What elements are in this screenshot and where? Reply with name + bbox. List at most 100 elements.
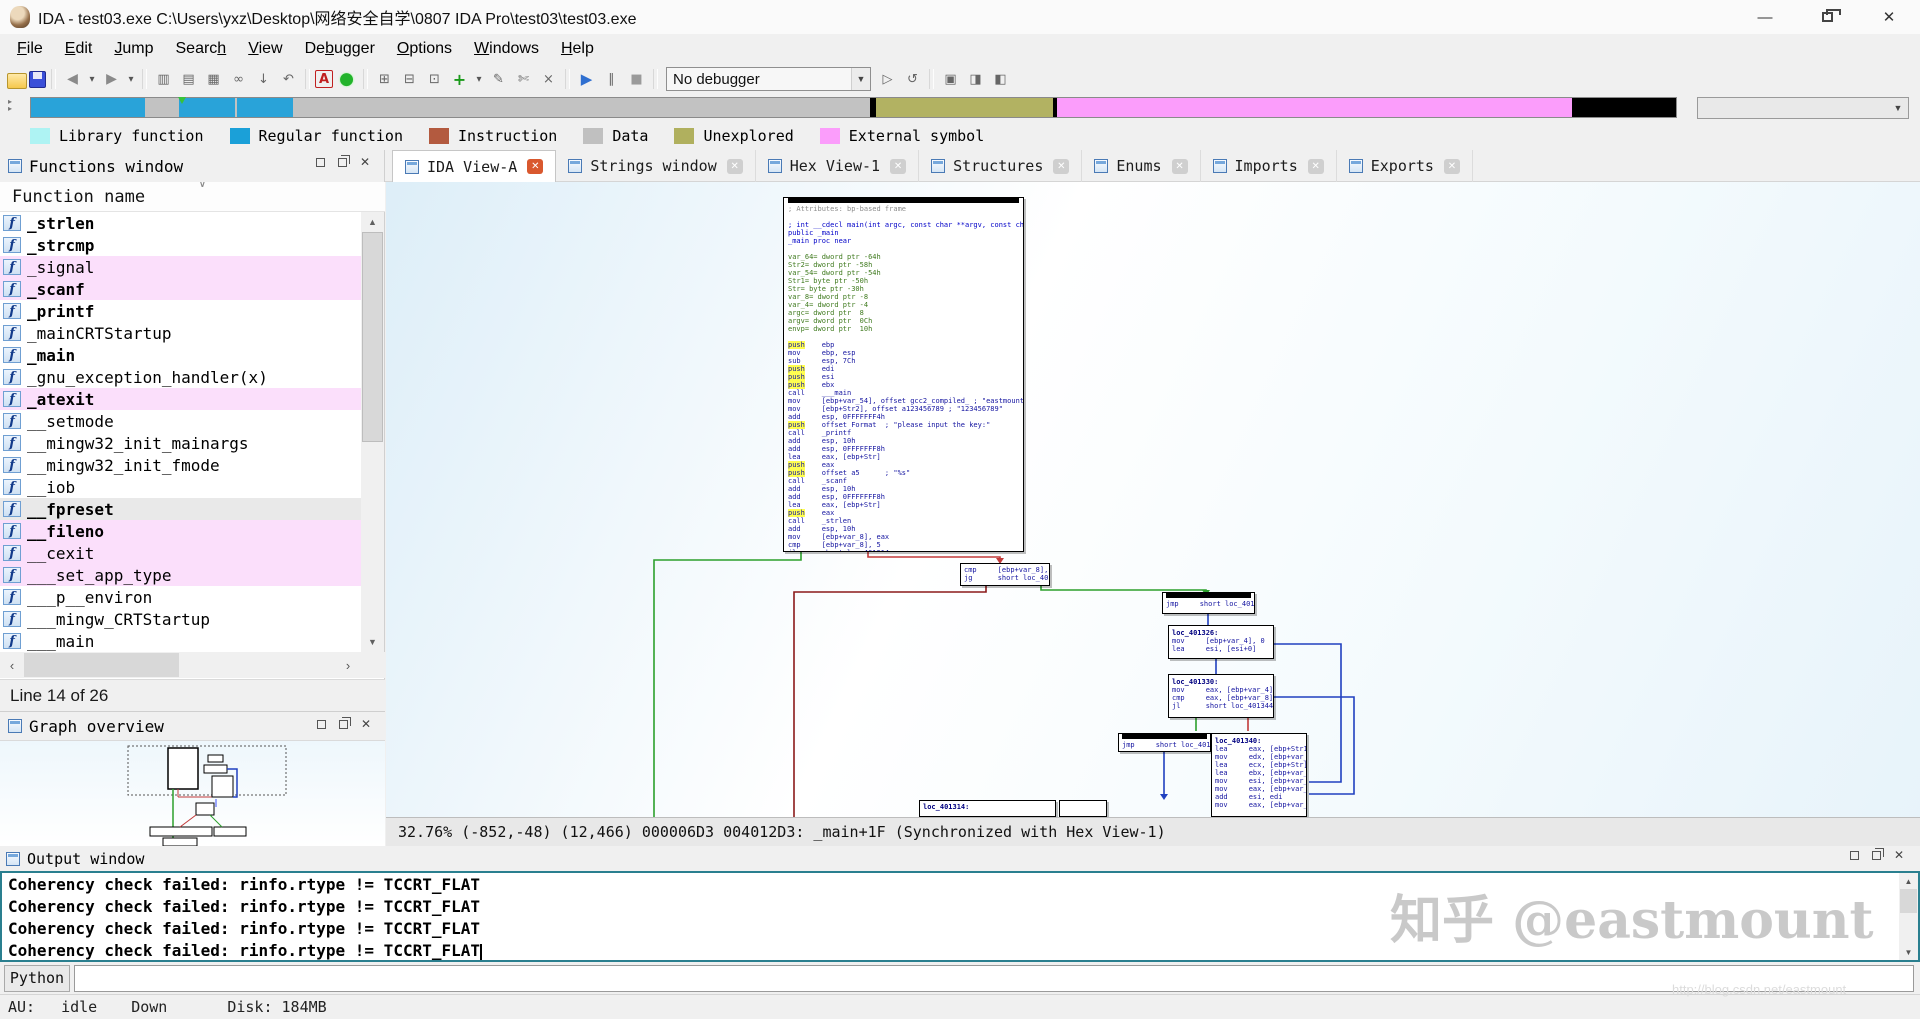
tab-structures[interactable]: Structures ✕ <box>919 150 1083 182</box>
block-loc-401340[interactable]: loc_401340: lea eax, [ebp+Str1] mov edx, [… <box>1211 733 1307 817</box>
ok-sphere-icon[interactable]: ● <box>335 68 358 90</box>
scroll-down-icon[interactable]: ▼ <box>1899 944 1918 960</box>
panel-float-icon[interactable] <box>338 717 351 729</box>
block-cmp-0ah[interactable]: cmp [ebp+var_8], 0Ahjg short loc_401314 <box>960 563 1050 586</box>
basic-block-main[interactable]: ; Attributes: bp-based frame ; int __cde… <box>783 197 1024 552</box>
panel-restore-icon[interactable] <box>1849 851 1859 860</box>
block-loc-401330[interactable]: loc_401330: mov eax, [ebp+var_4] cmp eax, … <box>1168 674 1274 718</box>
tab-close-icon[interactable]: ✕ <box>1307 158 1324 174</box>
jump-name-icon[interactable]: ▥ <box>152 68 175 90</box>
tab-hex-view-1[interactable]: Hex View-1 ✕ <box>756 150 920 182</box>
function-row[interactable]: f _strlen <box>0 212 362 234</box>
panel-float-icon[interactable] <box>337 155 350 167</box>
xref-from-icon[interactable]: ⊟ <box>398 68 421 90</box>
graph-overview-canvas[interactable] <box>0 741 385 846</box>
chevron-down-icon[interactable]: ▼ <box>851 68 870 90</box>
tab-imports[interactable]: Imports ✕ <box>1201 150 1337 182</box>
add-breakpoint-icon[interactable]: + <box>448 68 471 90</box>
navband-segment[interactable] <box>237 98 293 117</box>
jump-segment-icon[interactable]: ▦ <box>202 68 225 90</box>
block-loc-401314[interactable]: loc_401314: <box>919 800 1056 817</box>
output-log[interactable]: Coherency check failed: rinfo.rtype != T… <box>0 871 1920 962</box>
back-icon[interactable]: ◀ <box>61 68 84 90</box>
maximize-button[interactable] <box>1796 0 1858 34</box>
edit-icon[interactable]: ✎ <box>487 68 510 90</box>
back-menu-icon[interactable]: ▾ <box>86 68 98 90</box>
navband-segment[interactable] <box>1057 98 1572 117</box>
text-view-icon[interactable]: A <box>315 70 333 88</box>
navband-segment[interactable] <box>876 98 1053 117</box>
tab-enums[interactable]: Enums ✕ <box>1082 150 1201 182</box>
scroll-right-icon[interactable]: › <box>336 652 360 678</box>
attach-process-icon[interactable]: ▷ <box>876 68 899 90</box>
stop-debug-icon[interactable]: ■ <box>625 68 648 90</box>
chevron-down-icon[interactable]: ▼ <box>1889 99 1907 117</box>
tab-close-icon[interactable]: ✕ <box>726 158 743 174</box>
scrollbar-thumb[interactable] <box>1900 889 1917 913</box>
function-row[interactable]: f _scanf <box>0 278 362 300</box>
function-row[interactable]: f __fileno <box>0 520 362 542</box>
forward-icon[interactable]: ▶ <box>100 68 123 90</box>
output-vscrollbar[interactable]: ▲ ▼ <box>1899 873 1918 960</box>
function-row[interactable]: f _gnu_exception_handler(x) <box>0 366 362 388</box>
block-loc-401326[interactable]: loc_401326: mov [ebp+var_4], 0 lea esi, [e… <box>1168 625 1274 659</box>
undo-icon[interactable]: ↶ <box>277 68 300 90</box>
tab-close-icon[interactable]: ✕ <box>1053 158 1070 174</box>
tab-close-icon[interactable]: ✕ <box>1171 158 1188 174</box>
add-menu-icon[interactable]: ▾ <box>473 68 485 90</box>
continue-icon[interactable]: ↺ <box>901 68 924 90</box>
panel-restore-icon[interactable] <box>316 720 326 729</box>
tab-close-icon[interactable]: ✕ <box>1443 158 1460 174</box>
block-jmp-401350[interactable]: jmp short loc_401350 <box>1118 733 1211 752</box>
search-icon[interactable]: ∞ <box>227 68 250 90</box>
tab-close-icon[interactable]: ✕ <box>890 158 907 174</box>
output-window-titlebar[interactable]: Output window ✕ <box>0 846 1920 871</box>
scroll-left-icon[interactable]: ‹ <box>0 652 24 678</box>
panel-restore-icon[interactable] <box>315 158 325 167</box>
close-button[interactable]: ✕ <box>1858 0 1920 34</box>
function-row[interactable]: f __cexit <box>0 542 362 564</box>
function-row[interactable]: f _strcmp <box>0 234 362 256</box>
function-row[interactable]: f ___set_app_type <box>0 564 362 586</box>
module-list-icon[interactable]: ◨ <box>964 68 987 90</box>
navigation-band[interactable] <box>30 97 1677 118</box>
panel-close-icon[interactable]: ✕ <box>360 156 370 168</box>
navband-zoom-select[interactable]: ▼ <box>1697 97 1909 119</box>
function-row[interactable]: f _printf <box>0 300 362 322</box>
function-row[interactable]: f __mingw32_init_mainargs <box>0 432 362 454</box>
function-row[interactable]: f ___mingw_CRTStartup <box>0 608 362 630</box>
scroll-up-icon[interactable]: ▲ <box>1899 873 1918 889</box>
functions-window-titlebar[interactable]: Functions window ✕ <box>0 150 385 182</box>
scrollbar-thumb[interactable] <box>24 653 179 677</box>
ida-view-a-canvas[interactable]: ; Attributes: bp-based frame ; int __cde… <box>386 182 1920 846</box>
scrollbar-thumb[interactable] <box>362 232 383 442</box>
menu-file[interactable]: File <box>6 37 54 61</box>
debugger-windows-icon[interactable]: ▣ <box>939 68 962 90</box>
cli-input[interactable] <box>74 964 1914 992</box>
function-row[interactable]: f _mainCRTStartup <box>0 322 362 344</box>
function-row[interactable]: f __mingw32_init_fmode <box>0 454 362 476</box>
open-file-icon[interactable] <box>7 72 27 89</box>
debugger-select[interactable]: No debugger ▼ <box>666 67 871 91</box>
navband-segment[interactable] <box>31 98 145 117</box>
graph-overview-titlebar[interactable]: Graph overview ✕ <box>0 711 385 741</box>
menu-view[interactable]: View <box>237 37 293 61</box>
function-row[interactable]: f __iob <box>0 476 362 498</box>
block-titlebar[interactable] <box>788 198 1019 203</box>
menu-debugger[interactable]: Debugger <box>294 37 386 61</box>
menu-jump[interactable]: Jump <box>103 37 164 61</box>
function-row[interactable]: f ___p__environ <box>0 586 362 608</box>
function-row[interactable]: f _main <box>0 344 362 366</box>
navband-segment[interactable] <box>293 98 870 117</box>
scroll-up-icon[interactable]: ▲ <box>361 212 384 232</box>
tab-exports[interactable]: Exports ✕ <box>1337 150 1473 182</box>
pause-debug-icon[interactable]: ∥ <box>600 68 623 90</box>
start-debug-icon[interactable]: ▶ <box>575 68 598 90</box>
panel-close-icon[interactable]: ✕ <box>1894 849 1904 861</box>
search-down-icon[interactable]: ↓ <box>252 68 275 90</box>
function-row[interactable]: f _signal <box>0 256 362 278</box>
tab-strings-window[interactable]: Strings window ✕ <box>556 150 756 182</box>
scroll-down-icon[interactable]: ▼ <box>361 632 384 652</box>
delete-icon[interactable]: × <box>537 68 560 90</box>
tab-close-icon[interactable]: ✕ <box>527 159 544 174</box>
